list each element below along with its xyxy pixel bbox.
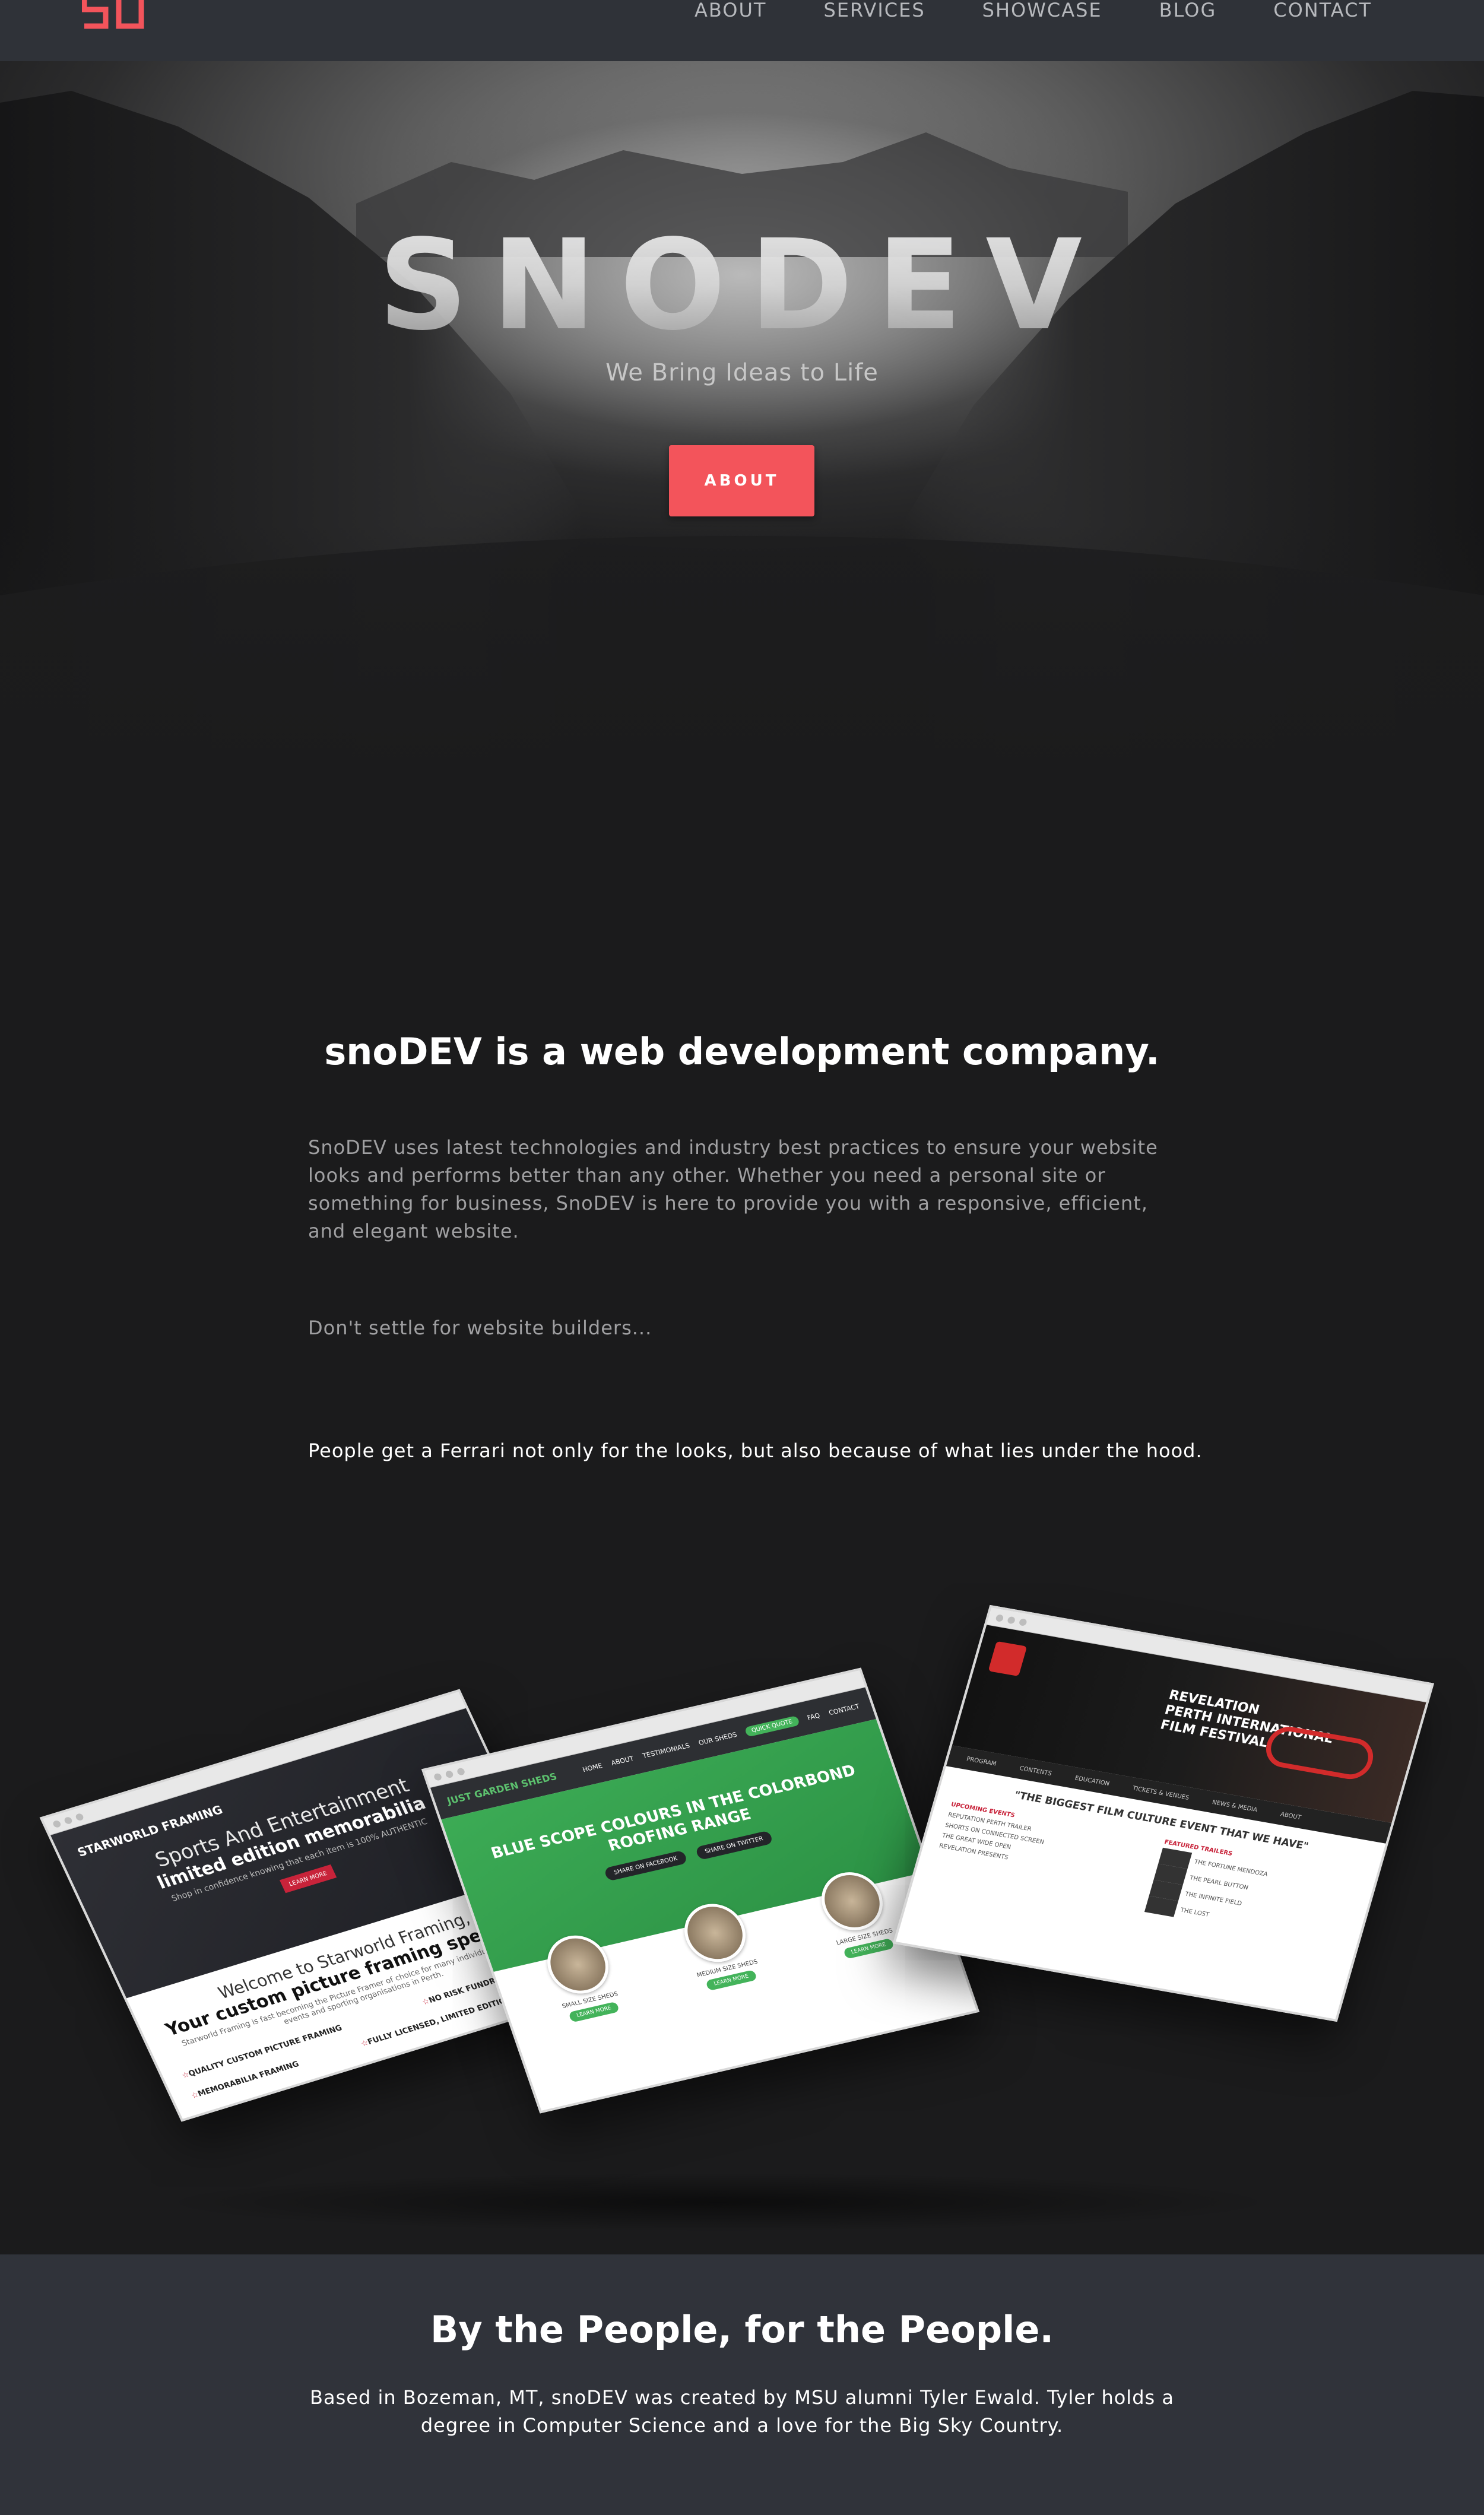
nav-link-blog[interactable]: BLOG	[1159, 1, 1217, 20]
garden-item: LARGE SIZE SHEDS LEARN MORE	[802, 1864, 911, 1963]
film-tab: NEWS & MEDIA	[1211, 1799, 1258, 1813]
garden-item: MEDIUM SIZE SHEDS LEARN MORE	[665, 1895, 773, 1994]
garden-quote-pill: QUICK QUOTE	[744, 1715, 800, 1737]
hero-title: SNODEV	[0, 214, 1484, 357]
film-tab: EDUCATION	[1074, 1774, 1111, 1787]
about-paragraph: SnoDEV uses latest technologies and indu…	[308, 1136, 1158, 1242]
film-tab: PROGRAM	[965, 1755, 997, 1768]
nav-link-showcase[interactable]: SHOWCASE	[982, 1, 1102, 20]
nav-link-about[interactable]: ABOUT	[695, 1, 766, 20]
garden-nav-item: CONTACT	[827, 1702, 861, 1717]
people-paragraph: Based in Bozeman, MT, snoDEV was created…	[310, 2386, 1174, 2437]
garden-nav-item: TESTIMONIALS	[641, 1741, 691, 1760]
top-navbar: ABOUT SERVICES SHOWCASE BLOG CONTACT	[0, 0, 1484, 61]
film-tab: CONTENTS	[1019, 1765, 1053, 1777]
garden-share-facebook: SHARE ON FACEBOOK	[604, 1850, 688, 1882]
about-heading: snoDEV is a web development company.	[324, 1030, 1160, 1073]
about-tagline: Don't settle for website builders...	[308, 1317, 652, 1339]
film-tab: TICKETS & VENUES	[1131, 1785, 1190, 1802]
film-tab: ABOUT	[1279, 1810, 1302, 1821]
garden-item: SMALL SIZE SHEDS LEARN MORE	[528, 1927, 636, 2026]
hero-section: SNODEV We Bring Ideas to Life ABOUT	[0, 61, 1484, 773]
hero-subtitle: We Bring Ideas to Life	[605, 359, 879, 386]
devices-shadow	[154, 2173, 1282, 2232]
nav-links: ABOUT SERVICES SHOWCASE BLOG CONTACT	[695, 0, 1372, 20]
garden-share-twitter: SHARE ON TWITTER	[695, 1830, 773, 1861]
shed-image	[539, 1929, 617, 2000]
about-ferrari-line: People get a Ferrari not only for the lo…	[308, 1439, 1203, 1462]
garden-nav-item: ABOUT	[610, 1754, 635, 1767]
people-heading: By the People, for the People.	[430, 2308, 1054, 2351]
showcase-film-festival-screenshot[interactable]: REVELATION PERTH INTERNATIONAL FILM FEST…	[893, 1604, 1434, 2022]
nav-link-contact[interactable]: CONTACT	[1273, 1, 1372, 20]
hero-about-button[interactable]: ABOUT	[669, 445, 814, 516]
snodev-logo[interactable]	[82, 0, 156, 32]
shed-image	[813, 1866, 891, 1936]
nav-link-services[interactable]: SERVICES	[823, 1, 925, 20]
garden-nav-item: HOME	[581, 1761, 604, 1774]
people-section: By the People, for the People. Based in …	[0, 2254, 1484, 2515]
film-goggles-image	[1261, 1723, 1378, 1783]
showcase-garden-sheds-screenshot[interactable]: JUST GARDEN SHEDS HOME ABOUT TESTIMONIAL…	[421, 1667, 980, 2114]
sd-logo-icon	[82, 0, 144, 29]
shed-image	[676, 1898, 754, 1968]
hero-fade-overlay	[0, 524, 1484, 773]
film-trailer-title: THE LOST	[1179, 1907, 1210, 1918]
showcase-devices: STARWORLD FRAMING Sports And Entertainme…	[0, 1603, 1484, 2256]
garden-nav-item: OUR SHEDS	[697, 1730, 738, 1747]
garden-nav-item: FAQ	[806, 1711, 822, 1722]
film-logo-icon	[988, 1641, 1028, 1677]
